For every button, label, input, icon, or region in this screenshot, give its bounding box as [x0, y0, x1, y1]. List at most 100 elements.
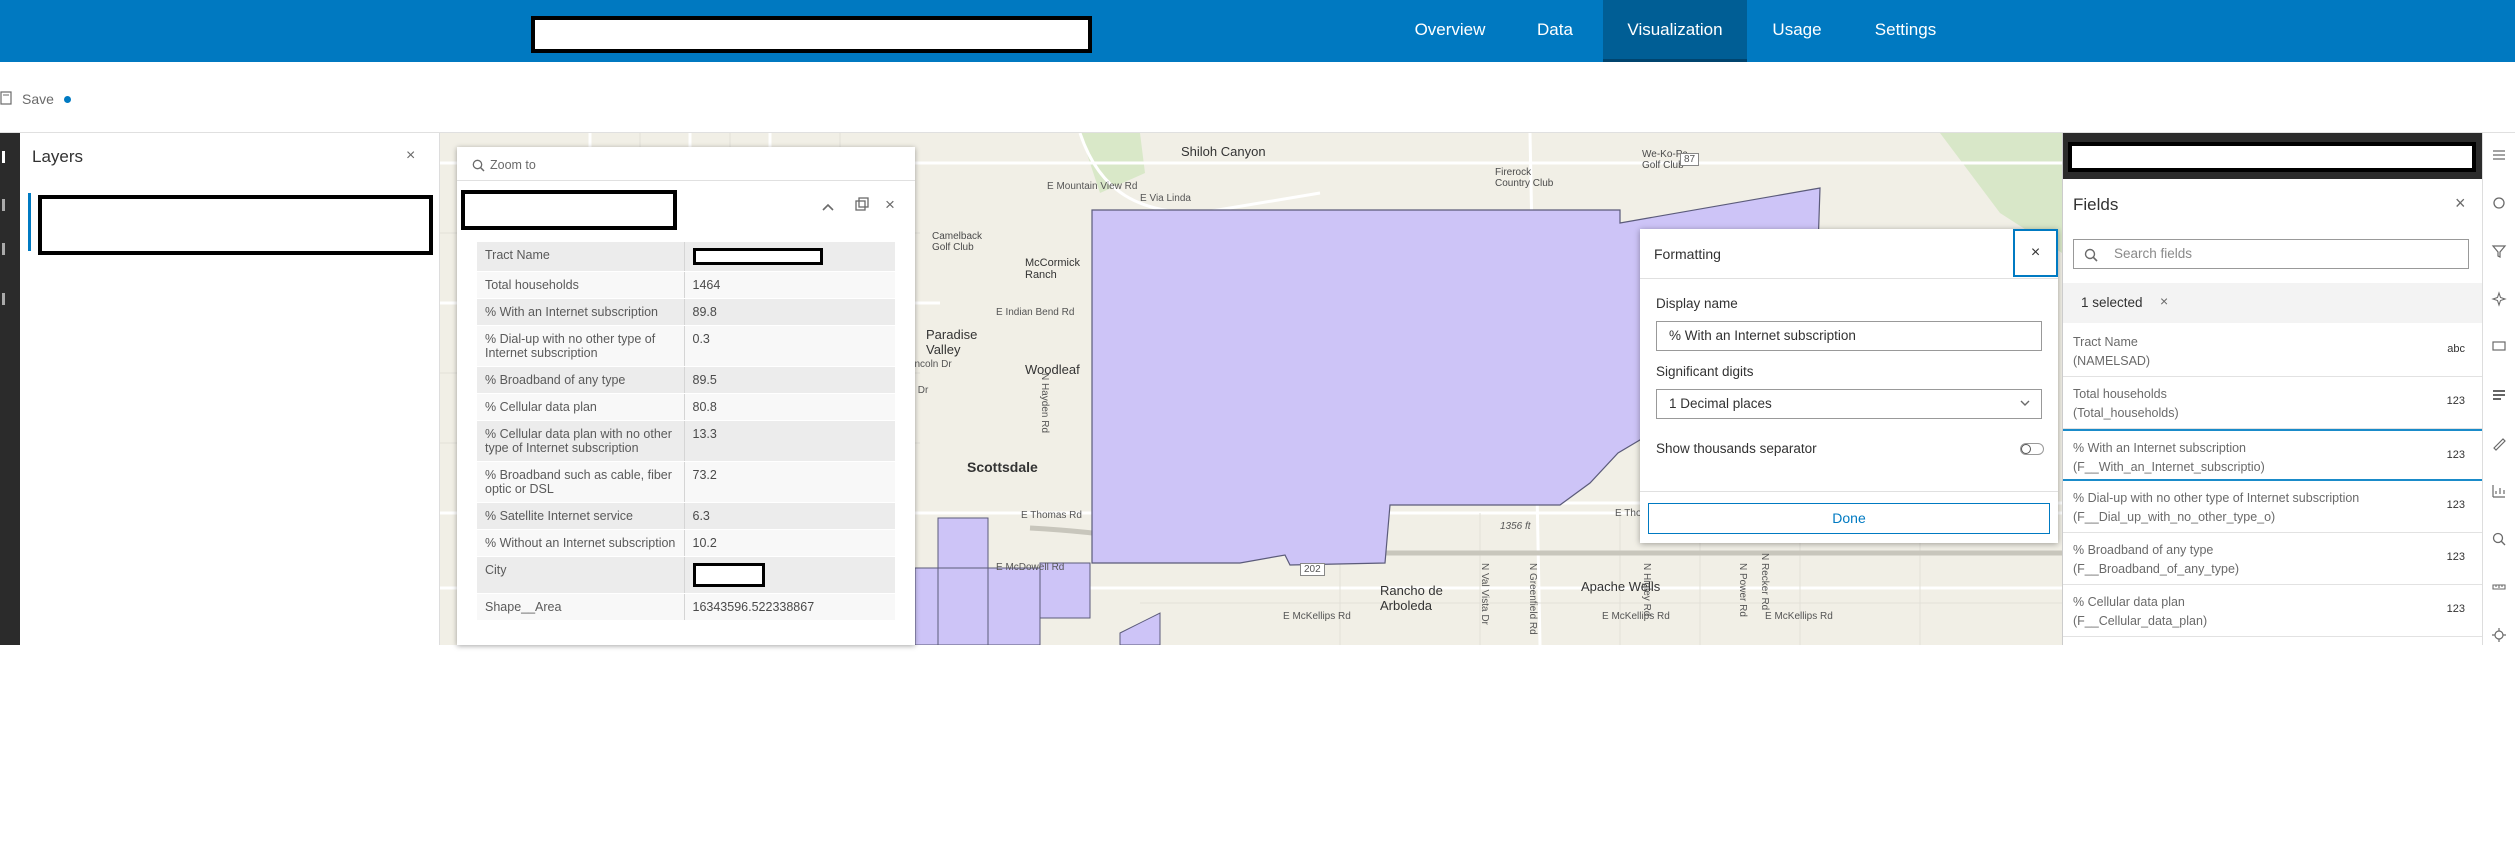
close-button[interactable]: × — [2013, 229, 2058, 277]
save-button[interactable]: Save — [22, 91, 54, 107]
field-key: % Cellular data plan with no other type … — [477, 420, 685, 462]
legend-icon[interactable] — [2, 243, 5, 255]
redacted-field-panel-title — [2068, 142, 2476, 172]
search-icon — [2084, 248, 2098, 267]
close-icon[interactable]: × — [2455, 193, 2466, 214]
field-type-icon: abc — [2447, 343, 2465, 355]
more-icon[interactable] — [2, 293, 5, 305]
table-row: % With an Internet subscription 89.8 — [477, 298, 895, 326]
field-key: Shape__Area — [477, 593, 685, 621]
map-label-greenfield: N Greenfield Rd — [1527, 563, 1538, 635]
field-name: Tract Name — [2073, 335, 2138, 349]
charts-icon[interactable] — [2491, 483, 2509, 501]
redacted-tract-name — [692, 248, 823, 265]
table-row: Shape__Area 16343596.522338867 — [477, 593, 895, 621]
tab-usage[interactable]: Usage — [1747, 0, 1847, 62]
done-button[interactable]: Done — [1648, 503, 2050, 534]
map-label-power: N Power Rd — [1737, 563, 1748, 617]
fields-icon[interactable] — [2491, 387, 2509, 405]
field-value — [684, 556, 895, 594]
map-label-camelback: Camelback Golf Club — [932, 231, 983, 253]
field-alias: (F__With_an_Internet_subscriptio) — [2073, 460, 2265, 474]
map-label-mountain-view: E Mountain View Rd — [1047, 181, 1138, 192]
field-alias: (F__Dial_up_with_no_other_type_o) — [2073, 510, 2276, 524]
measure-icon[interactable] — [2491, 579, 2509, 597]
redacted-item-title — [531, 16, 1092, 53]
selected-count-chip[interactable]: 1 selected — [2081, 295, 2143, 310]
field-name: % With an Internet subscription — [2073, 441, 2246, 455]
redacted-layer-item[interactable] — [38, 195, 433, 255]
tab-visualization[interactable]: Visualization — [1603, 0, 1747, 62]
field-key: City — [477, 556, 685, 594]
field-value: 6.3 — [684, 502, 895, 530]
map-label-indian-bend: E Indian Bend Rd — [996, 307, 1075, 318]
save-icon[interactable] — [0, 91, 12, 105]
tab-overview[interactable]: Overview — [1395, 0, 1505, 62]
clear-selection-icon[interactable]: × — [2160, 293, 2168, 309]
field-item-total-households[interactable]: Total households (Total_households) 123 — [2063, 377, 2482, 429]
field-item-cellular[interactable]: % Cellular data plan (F__Cellular_data_p… — [2063, 585, 2482, 637]
field-alias: (F__Cellular_data_plan) — [2073, 614, 2208, 628]
map-label-mcdowell: E McDowell Rd — [996, 562, 1065, 573]
properties-icon[interactable] — [2491, 147, 2509, 165]
tab-data[interactable]: Data — [1505, 0, 1605, 62]
field-item-broadband[interactable]: % Broadband of any type (F__Broadband_of… — [2063, 533, 2482, 585]
map-label-higley: N Higley Rd — [1641, 563, 1652, 617]
search-icon[interactable] — [2491, 531, 2509, 549]
field-key: % Cellular data plan — [477, 393, 685, 421]
map-label-thomas: E Thomas Rd — [1021, 510, 1082, 521]
close-icon[interactable]: × — [885, 195, 895, 215]
significant-digits-select[interactable]: 1 Decimal places — [1656, 389, 2042, 419]
map-label-scottsdale: Scottsdale — [967, 459, 1038, 475]
map-label-shiloh-canyon: Shiloh Canyon — [1181, 144, 1266, 159]
styles-icon[interactable] — [2491, 195, 2509, 213]
map-label-route-202: 202 — [1300, 563, 1325, 576]
search-input[interactable]: Search fields — [2073, 239, 2469, 269]
toggle-knob — [2021, 444, 2031, 454]
chevron-down-icon — [2019, 390, 2031, 428]
zoom-to-button[interactable]: Zoom to — [490, 158, 536, 172]
field-value: 73.2 — [684, 461, 895, 503]
zoom-to-icon[interactable] — [472, 159, 485, 172]
field-type-icon: 123 — [2446, 603, 2465, 615]
layers-panel: Layers × — [20, 133, 440, 645]
table-row: % Cellular data plan 80.8 — [477, 393, 895, 421]
popups-icon[interactable] — [2491, 339, 2509, 357]
field-item-with-internet[interactable]: % With an Internet subscription (F__With… — [2063, 429, 2482, 481]
effects-icon[interactable] — [2491, 291, 2509, 309]
field-alias: (Total_households) — [2073, 406, 2179, 420]
field-item-dial-up[interactable]: % Dial-up with no other type of Internet… — [2063, 481, 2482, 533]
thousands-separator-toggle[interactable] — [2020, 443, 2044, 455]
table-row: % Broadband of any type 89.5 — [477, 366, 895, 394]
significant-digits-label: Significant digits — [1656, 364, 1754, 379]
field-value: 89.8 — [684, 298, 895, 326]
tab-settings[interactable]: Settings — [1853, 0, 1958, 62]
map-label-via-linda: E Via Linda — [1140, 193, 1191, 204]
display-name-input[interactable]: % With an Internet subscription — [1656, 321, 2042, 351]
filter-icon[interactable] — [2491, 243, 2509, 261]
layers-icon[interactable] — [2, 151, 5, 163]
formatting-divider — [1640, 278, 2058, 279]
field-name: % Broadband of any type — [2073, 543, 2214, 557]
collapse-icon[interactable] — [821, 199, 835, 215]
formatting-dialog: Formatting × Display name % With an Inte… — [1640, 229, 2058, 543]
field-value — [684, 242, 895, 272]
field-key: % Broadband such as cable, fiber optic o… — [477, 461, 685, 503]
formatting-title: Formatting — [1654, 246, 1721, 262]
dock-icon[interactable] — [855, 197, 869, 216]
close-icon[interactable]: × — [406, 147, 415, 165]
field-type-icon: 123 — [2446, 395, 2465, 407]
field-value: 0.3 — [684, 325, 895, 367]
field-key: % Dial-up with no other type of Internet… — [477, 325, 685, 367]
popup-attribute-table: Tract Name Total households 1464 % With a… — [477, 242, 895, 621]
formatting-divider-bottom — [1640, 491, 2058, 492]
selection-bar: 1 selected × — [2063, 283, 2482, 323]
layers-title: Layers — [32, 147, 84, 166]
tables-icon[interactable] — [2, 199, 5, 211]
field-key: % Satellite Internet service — [477, 502, 685, 530]
sketch-icon[interactable] — [2491, 435, 2509, 453]
map-label-mccormick: McCormick Ranch — [1025, 257, 1080, 281]
field-item-tract-name[interactable]: Tract Name (NAMELSAD) abc — [2063, 325, 2482, 377]
locate-icon[interactable] — [2491, 627, 2509, 645]
left-action-bar — [0, 133, 20, 645]
